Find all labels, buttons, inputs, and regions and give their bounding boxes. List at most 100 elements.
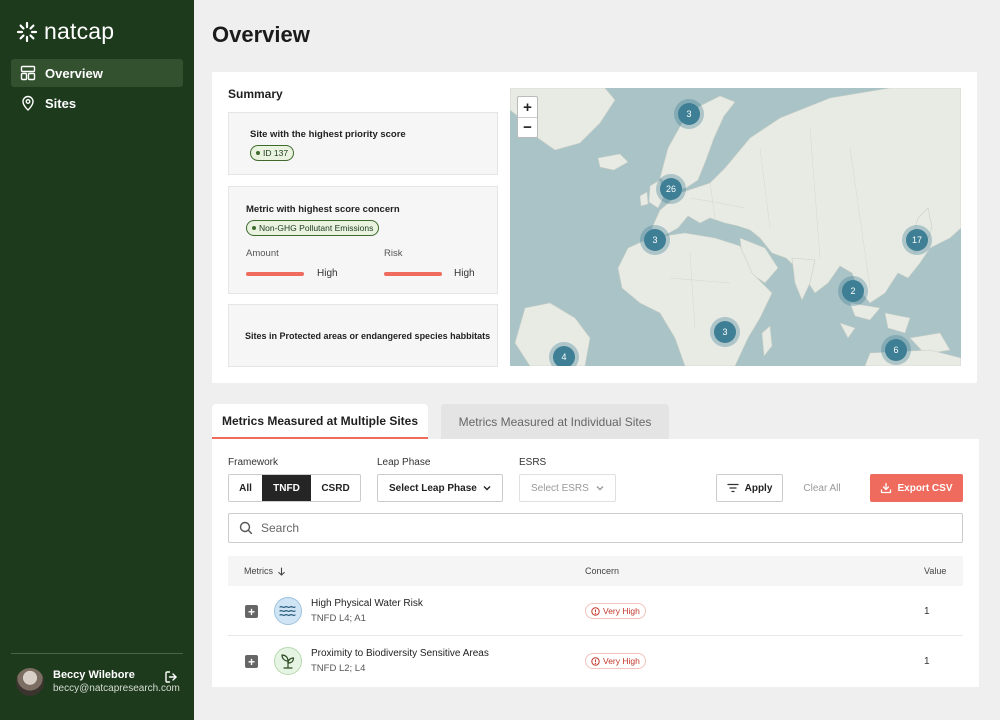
table-row[interactable]: + High Physical Water Risk TNFD L4; A1 V…	[228, 587, 963, 636]
leap-phase-value: Select Leap Phase	[389, 482, 477, 494]
alert-circle-icon	[591, 656, 600, 666]
map-cluster-marker[interactable]: 3	[644, 229, 666, 251]
user-email: beccy@natcapresearch.com	[53, 683, 180, 694]
summary-title: Summary	[228, 87, 283, 101]
amount-bar	[246, 272, 304, 276]
metric-value: 1	[924, 606, 930, 617]
expand-row-button[interactable]: +	[245, 605, 258, 618]
tab-individual-sites[interactable]: Metrics Measured at Individual Sites	[441, 404, 669, 439]
dot-icon	[256, 151, 260, 155]
map-zoom-controls: + −	[517, 96, 538, 138]
metric-badge[interactable]: Non-GHG Pollutant Emissions	[246, 220, 380, 236]
chevron-down-icon	[483, 486, 491, 491]
metric-framework: TNFD L4; A1	[311, 613, 366, 624]
framework-option-all[interactable]: All	[229, 475, 262, 501]
search-input[interactable]	[261, 521, 911, 535]
alert-circle-icon	[591, 606, 600, 616]
user-profile: Beccy Wilebore beccy@natcapresearch.com	[16, 668, 182, 696]
sidebar-item-sites[interactable]: Sites	[11, 89, 183, 117]
framework-option-csrd[interactable]: CSRD	[311, 475, 360, 501]
metrics-column-header[interactable]: Metrics	[244, 566, 286, 576]
logout-icon[interactable]	[164, 670, 178, 684]
framework-selector: All TNFD CSRD	[228, 474, 361, 502]
sidebar-item-overview[interactable]: Overview	[11, 59, 183, 87]
world-map	[510, 88, 961, 366]
search-bar	[228, 513, 963, 543]
highest-concern-card[interactable]: Metric with highest score concern Non-GH…	[228, 186, 498, 294]
metrics-panel: Framework All TNFD CSRD Leap Phase Selec…	[212, 439, 979, 687]
brand-name: natcap	[44, 18, 115, 44]
protected-areas-card[interactable]: Sites in Protected areas or endangered s…	[228, 304, 498, 367]
map-cluster-marker[interactable]: 26	[660, 178, 682, 200]
highest-concern-label: Metric with highest score concern	[246, 204, 400, 215]
sidebar: natcap Overview Sites Beccy Wilebore bec…	[0, 0, 194, 720]
apply-button-label: Apply	[744, 482, 773, 494]
map-cluster-marker[interactable]: 3	[678, 103, 700, 125]
clear-all-button[interactable]: Clear All	[792, 474, 852, 502]
arrow-down-icon	[278, 566, 285, 576]
zoom-out-button[interactable]: −	[518, 117, 537, 137]
apply-button[interactable]: Apply	[716, 474, 783, 502]
map-cluster-marker[interactable]: 3	[714, 321, 736, 343]
concern-column-header: Concern	[585, 566, 620, 576]
risk-bar	[384, 272, 442, 276]
metric-framework: TNFD L2; L4	[311, 663, 366, 674]
esrs-value: Select ESRS	[531, 482, 589, 494]
sidebar-item-label: Sites	[45, 95, 77, 111]
framework-label: Framework	[228, 457, 279, 468]
leap-phase-label: Leap Phase	[377, 457, 431, 468]
framework-option-tnfd[interactable]: TNFD	[262, 475, 311, 501]
site-id-badge[interactable]: ID 137	[250, 145, 295, 161]
concern-label: Very High	[603, 656, 640, 666]
map-pin-icon	[22, 95, 34, 111]
site-id-badge-label: ID 137	[263, 148, 289, 158]
chevron-down-icon	[596, 486, 604, 491]
search-icon	[239, 521, 253, 535]
map-cluster-marker[interactable]: 17	[906, 229, 928, 251]
plant-icon	[274, 647, 302, 675]
dot-icon	[252, 226, 256, 230]
metric-badge-label: Non-GHG Pollutant Emissions	[259, 223, 374, 233]
sidebar-item-label: Overview	[45, 65, 103, 81]
risk-label: Risk	[384, 248, 403, 259]
amount-value: High	[317, 268, 338, 279]
concern-badge: Very High	[585, 603, 646, 619]
export-csv-label: Export CSV	[897, 482, 953, 494]
map-cluster-marker[interactable]: 2	[842, 280, 864, 302]
table-row[interactable]: + Proximity to Biodiversity Sensitive Ar…	[228, 637, 963, 686]
table-header: Metrics Concern Value	[228, 556, 963, 586]
sites-map[interactable]: + − 3 26 3 17 2 3 4 6	[510, 88, 961, 366]
download-icon	[881, 482, 892, 494]
page-title: Overview	[212, 22, 310, 47]
map-cluster-marker[interactable]: 6	[885, 339, 907, 361]
value-column-header: Value	[924, 566, 947, 576]
logo[interactable]: natcap	[16, 18, 114, 45]
metric-name: High Physical Water Risk	[311, 598, 423, 609]
user-name: Beccy Wilebore	[53, 669, 135, 681]
risk-value: High	[454, 268, 475, 279]
layout-icon	[20, 65, 36, 81]
sidebar-divider	[11, 653, 183, 654]
leap-phase-dropdown[interactable]: Select Leap Phase	[377, 474, 503, 502]
natcap-logo-icon	[16, 21, 38, 42]
summary-card: Summary Site with the highest priority s…	[212, 72, 977, 383]
concern-badge: Very High	[585, 653, 646, 669]
map-cluster-marker[interactable]: 4	[553, 346, 575, 366]
tab-multiple-sites[interactable]: Metrics Measured at Multiple Sites	[212, 404, 428, 439]
amount-label: Amount	[246, 248, 279, 259]
metric-name: Proximity to Biodiversity Sensitive Area…	[311, 648, 489, 659]
filter-lines-icon	[726, 483, 739, 493]
avatar[interactable]	[16, 668, 44, 696]
metrics-header-label: Metrics	[244, 566, 273, 576]
zoom-in-button[interactable]: +	[518, 97, 537, 117]
highest-priority-label: Site with the highest priority score	[250, 129, 406, 140]
expand-row-button[interactable]: +	[245, 655, 258, 668]
export-csv-button[interactable]: Export CSV	[870, 474, 963, 502]
metric-value: 1	[924, 656, 930, 667]
water-waves-icon	[274, 597, 302, 625]
esrs-dropdown[interactable]: Select ESRS	[519, 474, 616, 502]
concern-label: Very High	[603, 606, 640, 616]
protected-areas-label: Sites in Protected areas or endangered s…	[245, 331, 491, 341]
highest-priority-card[interactable]: Site with the highest priority score ID …	[228, 112, 498, 175]
esrs-label: ESRS	[519, 457, 547, 468]
